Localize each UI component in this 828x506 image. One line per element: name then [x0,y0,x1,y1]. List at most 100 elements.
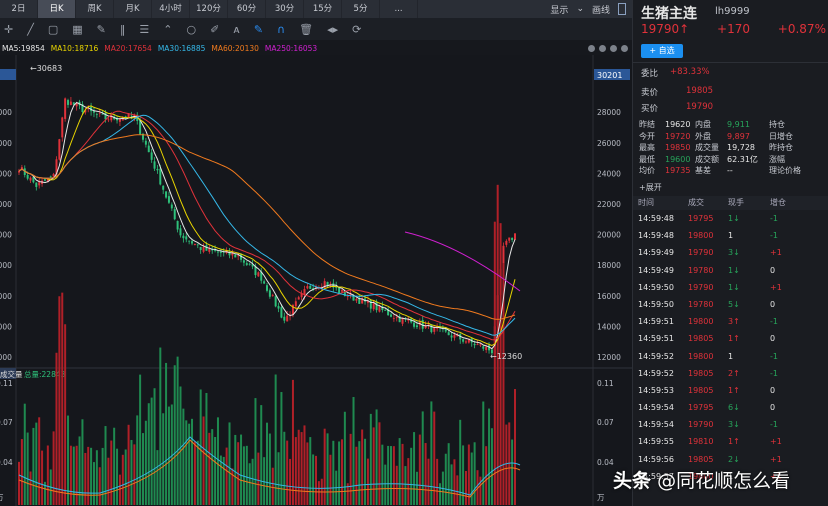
chevron-down-icon[interactable]: ⌄ [576,4,584,14]
tick-header-cell: 增仓 [770,198,786,207]
volume-bar [453,459,456,505]
fib-icon[interactable]: ☰ [139,23,149,36]
tick-price: 19810 [688,437,714,447]
display-dropdown[interactable]: 显示 [550,3,568,16]
volume-title: 成交量 [0,369,23,379]
volume-bar [398,438,401,505]
volume-bar [58,296,61,505]
candle-body [237,255,240,257]
circle-icon[interactable]: ○ [186,23,196,36]
tick-time: 14:59:54 [638,420,674,430]
rect-icon[interactable]: ▢ [48,23,58,36]
ma-legend-item: MA250:16053 [264,43,318,53]
tab-period[interactable]: 30分 [266,0,304,18]
stats-cell: 昨持仓 [769,143,793,152]
price-change: +170 [717,22,750,36]
tick-oi-change: +1 [770,282,782,292]
volume-bar [283,431,286,505]
tab-period[interactable]: 60分 [228,0,266,18]
volume-bar [61,292,64,505]
pen-icon[interactable]: ✎ [97,23,106,36]
volume-bar [312,454,315,505]
parallel-icon[interactable]: ‖ [120,23,126,36]
tick-price: 19790 [688,248,714,258]
candle-body [415,325,418,328]
eye-icon[interactable]: ◂▸ [327,23,338,36]
tab-period[interactable]: 15分 [304,0,342,18]
volume-bar [413,432,416,505]
tick-oi-change: 0 [770,385,776,395]
add-watchlist-button[interactable]: + 自选 [641,44,683,58]
trash-icon[interactable]: 🗑 [299,23,313,36]
volume-bar [358,441,361,505]
volume-bar [473,442,476,505]
tick-row: 14:59:52 19805 2↑ -1 [633,365,828,382]
price-axis-label: 26000 [597,139,621,148]
candle-body [156,168,159,171]
volume-bar [381,444,384,505]
panel-toggle-icon[interactable] [618,3,626,15]
tick-volume: 1↓ [728,282,740,292]
tab-period[interactable]: ... [380,0,418,18]
volume-bar [421,411,424,505]
tab-period[interactable]: 周K [76,0,114,18]
volume-bar [176,356,179,505]
tick-oi-change: -1 [770,214,778,223]
volume-bar [338,441,341,505]
weibi-value: +83.33% [670,67,710,77]
volume-bar [72,446,75,505]
candle-body [505,240,508,245]
close-icon[interactable] [621,44,628,52]
tab-period[interactable]: 120分 [190,0,228,18]
left-axis-top-tag [0,69,16,80]
volume-bar [52,431,55,505]
volume-bar [182,408,185,505]
volume-bar [228,422,231,505]
volume-bar [317,481,320,505]
draw-blue-icon[interactable]: ✎ [254,23,263,36]
candle-body [130,115,133,117]
stats-cell: 基差 [695,166,711,175]
zoom-out-icon[interactable] [610,44,617,52]
volume-axis-label: 0.11 [597,379,614,388]
draw-lines-button[interactable]: 画线 [592,3,610,16]
candle-body [159,168,162,185]
volume-bar [127,424,130,505]
expand-link[interactable]: +展开 [639,182,662,193]
candle-body [309,285,312,289]
volume-bar [415,471,418,505]
tab-period[interactable]: 月K [114,0,152,18]
tab-period[interactable]: 5分 [342,0,380,18]
volume-bar [392,446,395,505]
kline-chart[interactable]: 30201 28000 28000 26000 26000 24000 24000 22000… [0,55,632,506]
tab-period[interactable]: 日K [38,0,76,18]
volume-axis-left-label: 0.07 [0,418,13,427]
tick-volume: 1↑ [728,334,740,344]
volume-bar [185,420,188,505]
tick-time: 14:59:54 [638,403,674,413]
settings-icon[interactable] [588,44,595,52]
legend-options[interactable] [588,44,632,52]
magnet-icon[interactable]: ∩ [277,23,285,36]
tick-time: 14:59:52 [638,368,674,378]
lock-icon[interactable]: ⟳ [352,23,361,36]
tab-right-group: 显示 ⌄ 画线 [550,3,632,16]
text-icon[interactable]: ᴀ [233,23,240,36]
volume-bar [75,445,78,505]
volume-bar [447,443,450,505]
brush-icon[interactable]: ✐ [210,23,219,36]
cursor-icon[interactable]: ✛ [4,23,13,36]
line-icon[interactable]: ╱ [27,23,34,36]
candle-body [147,145,150,153]
zoom-in-icon[interactable] [599,44,606,52]
tab-period[interactable]: 2日 [0,0,38,18]
volume-bar [387,445,390,505]
candle-body [248,263,251,265]
candle-body [274,296,277,307]
wave-icon[interactable]: ⌃ [163,23,172,36]
tab-period[interactable]: 4小时 [152,0,190,18]
volume-bar [323,428,326,505]
channel-icon[interactable]: ▦ [72,23,82,36]
volume-bar [26,432,29,505]
volume-bar [113,427,116,505]
